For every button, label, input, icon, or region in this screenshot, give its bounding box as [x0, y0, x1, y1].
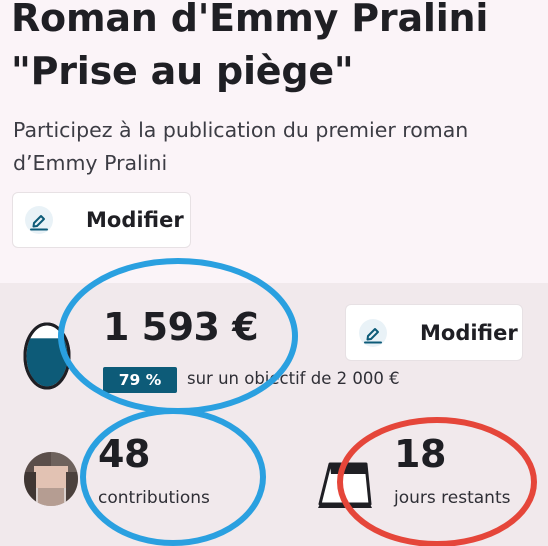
days-count: 18: [394, 432, 446, 476]
contributor-avatar: [24, 452, 78, 506]
days-label: jours restants: [394, 488, 511, 508]
jar-fill-level: [26, 338, 68, 387]
contributions-label: contributions: [98, 488, 210, 508]
funding-goal-text: sur un objectif de 2 000 €: [187, 369, 400, 388]
edit-project-button[interactable]: Modifier: [12, 192, 191, 248]
progress-percent-badge: 79 %: [103, 367, 177, 393]
project-title: Roman d'Emmy Pralini "Prise au piège": [11, 0, 488, 98]
project-title-line2: "Prise au piège": [11, 49, 354, 93]
edit-project-label: Modifier: [86, 208, 184, 232]
edit-funding-label: Modifier: [420, 320, 518, 345]
amount-raised: 1 593 €: [103, 305, 259, 349]
project-subtitle: Participez à la publication du premier r…: [13, 118, 469, 175]
contributions-count: 48: [98, 432, 150, 476]
pencil-icon: [25, 206, 53, 234]
pencil-icon: [359, 318, 387, 347]
edit-funding-button[interactable]: Modifier: [345, 304, 523, 361]
calendar-icon: [318, 462, 372, 508]
piggy-jar-icon: [23, 322, 71, 390]
project-title-line1: Roman d'Emmy Pralini: [11, 0, 489, 40]
